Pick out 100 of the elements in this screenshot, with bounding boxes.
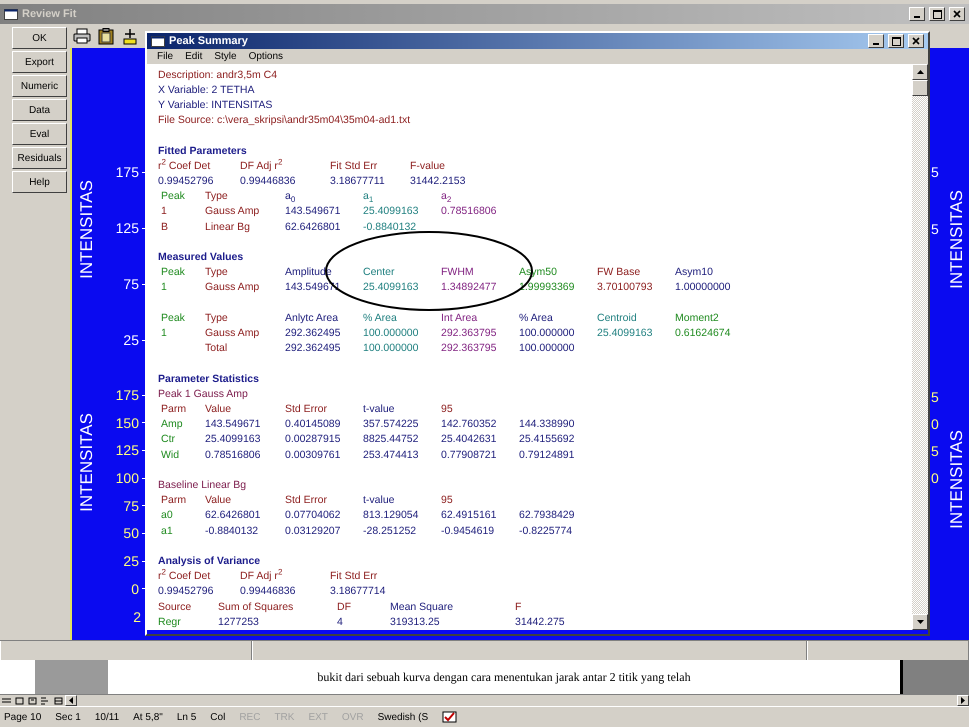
column-header: a$_{0}$ <box>285 189 296 204</box>
side-button[interactable]: Help <box>12 171 67 193</box>
view-mode-button[interactable] <box>52 695 65 706</box>
table-cell-text: 0.99446836 <box>240 584 296 600</box>
printer-icon <box>73 28 91 44</box>
status-item: Sec 1 <box>55 712 81 722</box>
table-cell-text: 292.363795 <box>441 326 496 341</box>
table-cell: 4 <box>337 614 343 630</box>
table-cell-text: Gauss Amp <box>205 204 260 220</box>
close-icon <box>912 37 920 46</box>
column-header: 95 <box>441 493 453 508</box>
table-cell: -0.8840132 <box>363 220 416 235</box>
menu-item[interactable]: Options <box>248 50 284 62</box>
table-cell-text: 0.61624674 <box>675 326 730 341</box>
close-button[interactable] <box>908 34 924 48</box>
scroll-left-button[interactable] <box>65 695 77 706</box>
side-button[interactable]: Data <box>12 99 67 121</box>
table-cell: 0.00309761 <box>285 448 340 463</box>
scroll-thumb[interactable] <box>912 80 928 96</box>
column-header: F <box>515 600 522 615</box>
section-caption: Peak 1 Gauss Amp <box>158 386 248 402</box>
table-cell-text: 100.000000 <box>363 326 418 341</box>
table-cell-text: 0.99452796 <box>158 584 214 600</box>
column-header: % Area <box>363 310 397 326</box>
minimize-icon <box>873 43 879 46</box>
tick-label: 75 <box>123 276 139 292</box>
window-title: Review Fit <box>22 8 78 20</box>
table-cell-text: 25.4099163 <box>205 432 260 448</box>
table-cell-text: 1 <box>161 204 167 220</box>
status-item: 10/11 <box>94 712 120 722</box>
tick-label: 0 <box>931 470 939 486</box>
column-header: Int Area <box>441 310 478 326</box>
table-cell: 0.78516806 <box>205 448 260 463</box>
column-header: Mean Square <box>390 600 454 615</box>
column-header: Value <box>205 402 232 417</box>
side-button[interactable]: OK <box>12 27 67 49</box>
table-cell: 0.40145089 <box>285 417 340 432</box>
table-cell-text: 0.99452796 <box>158 174 214 189</box>
menu-item[interactable]: Edit <box>185 50 202 62</box>
table-cell: 292.362495 <box>285 341 340 356</box>
table-cell-text: 25.4099163 <box>597 326 652 341</box>
scroll-down-button[interactable] <box>912 614 928 630</box>
section-caption: Baseline Linear Bg <box>158 478 246 493</box>
tick-label: 125 <box>116 220 139 236</box>
status-item: Swedish (S <box>378 712 428 722</box>
column-header: Type <box>205 310 228 326</box>
column-header: Parm <box>161 493 186 508</box>
tick-label: 5 <box>931 443 939 459</box>
minimize-button[interactable] <box>868 34 884 48</box>
table-cell-text: 143.549671 <box>285 204 340 220</box>
view-mode-button[interactable] <box>26 695 39 706</box>
table-cell-text: 0.78516806 <box>441 204 496 220</box>
table-cell-text: 813.129054 <box>363 508 418 524</box>
maximize-button[interactable] <box>888 34 904 48</box>
table-cell-text: 0.99446836 <box>240 174 296 189</box>
scroll-up-button[interactable] <box>912 64 928 80</box>
table-cell: 1277253 <box>218 614 259 630</box>
up-arrow-icon <box>916 70 924 74</box>
description-line: File Source: c:\vera_skripsi\andr35m04\35m04-ad1.txt <box>158 113 412 128</box>
column-header: Type <box>205 265 228 280</box>
column-header: r$^{2}$ Coef Det <box>158 158 210 174</box>
table-cell-text: 292.362495 <box>285 326 340 341</box>
minimize-button[interactable] <box>909 7 925 21</box>
column-header: Fit Std Err <box>330 569 378 584</box>
maximize-button[interactable] <box>929 7 945 21</box>
table-cell: -0.8840132 <box>205 524 258 539</box>
view-mode-icon <box>2 696 11 704</box>
view-mode-icon <box>28 696 37 704</box>
table-cell: 143.549671 <box>205 417 260 432</box>
table-cell-text: 0.00287915 <box>285 432 340 448</box>
table-cell: B <box>161 220 168 235</box>
description-line: X Variable: 2 TETHA <box>158 82 256 98</box>
print-button[interactable] <box>72 26 92 46</box>
section-heading: Fitted Parameters <box>158 144 248 158</box>
clipboard-button[interactable] <box>96 26 116 46</box>
table-cell: 0.79124891 <box>519 448 574 463</box>
table-cell-text: 1.00000000 <box>675 280 730 296</box>
table-cell: a1 <box>161 524 173 539</box>
view-mode-button[interactable] <box>13 695 26 706</box>
menu-item[interactable]: Style <box>214 50 237 62</box>
scroll-right-button[interactable] <box>957 695 969 706</box>
status-item: Col <box>210 712 226 722</box>
table-cell-text: Gauss Amp <box>205 326 260 341</box>
table-cell: -0.8225774 <box>519 524 572 539</box>
side-button[interactable]: Residuals <box>12 147 67 169</box>
table-cell-text: 31442.2153 <box>410 174 466 189</box>
view-mode-icon <box>54 696 63 704</box>
side-button[interactable]: Eval <box>12 123 67 145</box>
column-header: Sum of Squares <box>218 600 294 615</box>
close-button[interactable] <box>949 7 965 21</box>
menu-item[interactable]: File <box>157 50 174 62</box>
column-header: Value <box>205 493 232 508</box>
column-header: Peak <box>161 189 185 204</box>
side-button[interactable]: Export <box>12 51 67 73</box>
column-header: DF Adj r$^{2}$ <box>240 158 282 174</box>
column-header: Centroid <box>597 310 637 326</box>
status-item: At 5,8" <box>133 712 163 722</box>
table-cell: -28.251252 <box>363 524 416 539</box>
side-button[interactable]: Numeric <box>12 75 67 97</box>
axis-title: INTENSITAS <box>77 413 97 512</box>
